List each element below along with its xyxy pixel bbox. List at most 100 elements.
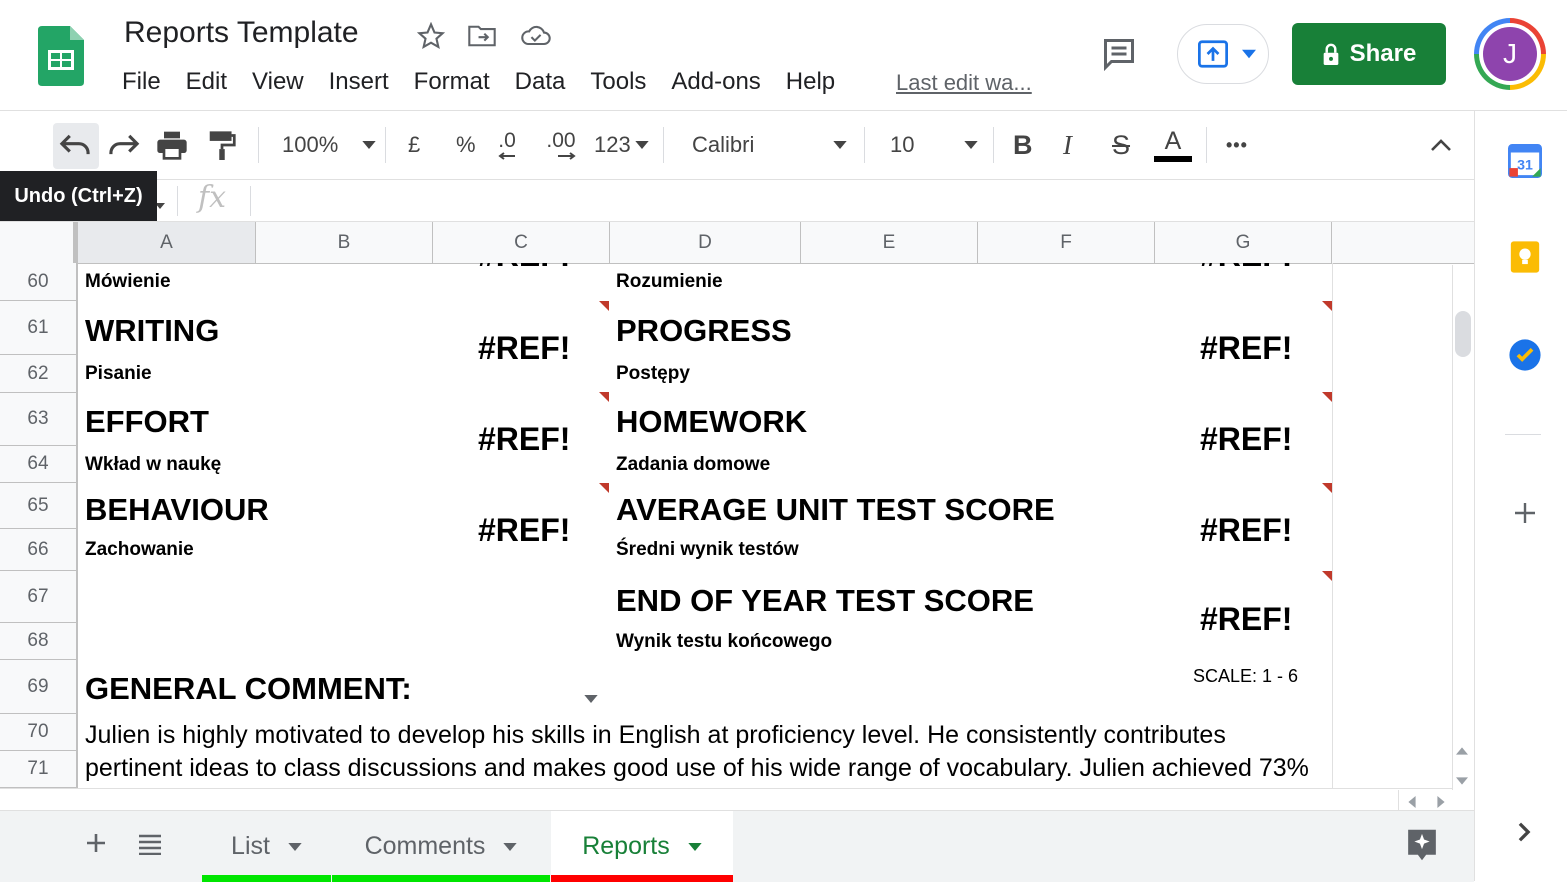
more-formats-button[interactable]: 123 (594, 111, 649, 179)
menu-file[interactable]: File (122, 68, 161, 96)
text-color-button[interactable]: A (1154, 111, 1192, 179)
avatar-initial: J (1483, 27, 1537, 81)
tab-reports-label: Reports (582, 832, 670, 860)
move-folder-icon[interactable] (467, 22, 496, 50)
vertical-scroll-thumb[interactable] (1455, 311, 1471, 357)
menu-format[interactable]: Format (414, 68, 490, 96)
menu-addons[interactable]: Add-ons (671, 68, 760, 96)
bold-button[interactable]: B (1013, 111, 1033, 179)
more-tools-button[interactable]: ••• (1226, 111, 1248, 179)
cell-c61: #REF! (478, 330, 571, 366)
row-header-66[interactable]: 66 (0, 529, 78, 571)
menu-view[interactable]: View (252, 68, 304, 96)
font-select[interactable]: Calibri (692, 111, 847, 179)
row-header-61[interactable]: 61 (0, 301, 78, 355)
comment-indicator[interactable] (1322, 571, 1332, 581)
all-sheets-icon[interactable] (138, 833, 162, 860)
column-header-d[interactable]: D (610, 222, 801, 263)
row-header-68[interactable]: 68 (0, 623, 78, 660)
redo-icon[interactable] (107, 111, 141, 179)
scroll-up-icon[interactable] (1456, 742, 1468, 760)
comment-history-icon[interactable] (1100, 36, 1138, 72)
menu-tools[interactable]: Tools (590, 68, 646, 96)
column-header-g[interactable]: G (1155, 222, 1332, 263)
expand-panel-icon[interactable] (1517, 821, 1531, 848)
add-addon-icon[interactable] (1513, 501, 1537, 530)
chevron-down-icon (688, 842, 702, 851)
share-label: Share (1349, 40, 1417, 67)
comment-indicator[interactable] (1322, 392, 1332, 402)
last-edit-link[interactable]: Last edit wa... (896, 70, 1032, 96)
star-icon[interactable] (416, 21, 446, 50)
sheets-logo-icon[interactable] (38, 26, 84, 86)
row-header-64[interactable]: 64 (0, 446, 78, 483)
column-header-e[interactable]: E (801, 222, 978, 263)
row-header-63[interactable]: 63 (0, 393, 78, 446)
paint-format-icon[interactable] (208, 111, 236, 179)
calendar-icon[interactable]: 31 (1508, 144, 1542, 183)
present-button[interactable] (1177, 24, 1269, 84)
document-title[interactable]: Reports Template (124, 16, 359, 50)
chevron-down-icon (503, 842, 518, 851)
undo-icon[interactable] (58, 111, 92, 179)
share-button[interactable]: Share (1292, 23, 1446, 85)
italic-button[interactable]: I (1063, 111, 1072, 179)
cloud-saved-icon[interactable] (520, 22, 551, 50)
dropdown-chevron-icon[interactable] (584, 690, 598, 708)
row-header-70[interactable]: 70 (0, 714, 78, 751)
column-header-c[interactable]: C (433, 222, 610, 263)
menu-data[interactable]: Data (515, 68, 566, 96)
column-header-a[interactable]: A (78, 222, 256, 263)
percent-button[interactable]: % (456, 111, 476, 179)
account-avatar[interactable]: J (1474, 18, 1546, 90)
sheet-grid[interactable]: #REF! #REF! Mówienie Rozumienie WRITING … (78, 263, 1332, 788)
column-header-bar: A B C D E F G (0, 222, 1333, 264)
row-header-67[interactable]: 67 (0, 571, 78, 623)
zoom-select[interactable]: 100% (282, 111, 376, 179)
decrease-decimal-button[interactable]: .0 (498, 111, 516, 179)
comment-indicator[interactable] (599, 483, 609, 493)
cell-a65: BEHAVIOUR (85, 492, 269, 527)
cell-c59-ref: #REF! (478, 263, 570, 274)
tab-comments[interactable]: Comments (332, 811, 550, 882)
column-header-f[interactable]: F (978, 222, 1155, 263)
font-size-value: 10 (890, 132, 915, 157)
tab-list[interactable]: List (202, 811, 331, 882)
keep-icon[interactable] (1508, 240, 1542, 279)
font-size-select[interactable]: 10 (890, 111, 978, 179)
print-icon[interactable] (156, 111, 188, 179)
comment-indicator[interactable] (1322, 483, 1332, 493)
comment-indicator[interactable] (599, 392, 609, 402)
column-header-b[interactable]: B (256, 222, 433, 263)
add-sheet-icon[interactable] (84, 831, 108, 860)
row-header-60[interactable]: 60 (0, 263, 78, 301)
menu-insert[interactable]: Insert (329, 68, 389, 96)
row-header-65[interactable]: 65 (0, 483, 78, 529)
text-color-label: A (1164, 127, 1182, 155)
row-header-69[interactable]: 69 (0, 660, 78, 714)
comment-indicator[interactable] (599, 301, 609, 311)
arrow-left-icon (498, 152, 515, 160)
tab-comments-label: Comments (364, 832, 486, 860)
tasks-icon[interactable] (1508, 338, 1542, 377)
cell-a63: EFFORT (85, 404, 209, 439)
collapse-toolbar-icon[interactable] (1430, 111, 1452, 179)
cell-a71: pertinent ideas to class discussions and… (85, 754, 1309, 782)
row-header-71[interactable]: 71 (0, 751, 78, 788)
formula-input[interactable] (260, 182, 1450, 218)
increase-decimal-label: .00 (546, 129, 576, 152)
currency-button[interactable]: £ (408, 111, 420, 179)
row-header-62[interactable]: 62 (0, 355, 78, 393)
tab-reports[interactable]: Reports (551, 811, 733, 882)
strikethrough-button[interactable]: S (1112, 111, 1130, 179)
increase-decimal-button[interactable]: .00 (546, 111, 576, 179)
explore-icon[interactable] (1405, 827, 1439, 868)
select-all-corner[interactable] (0, 222, 78, 263)
cell-g67: #REF! (1200, 601, 1293, 637)
scroll-down-icon[interactable] (1456, 772, 1468, 790)
undo-tooltip: Undo (Ctrl+Z) (0, 171, 157, 221)
menu-help[interactable]: Help (786, 68, 835, 96)
menu-edit[interactable]: Edit (186, 68, 227, 96)
comment-indicator[interactable] (1322, 301, 1332, 311)
chevron-down-icon (635, 141, 649, 149)
